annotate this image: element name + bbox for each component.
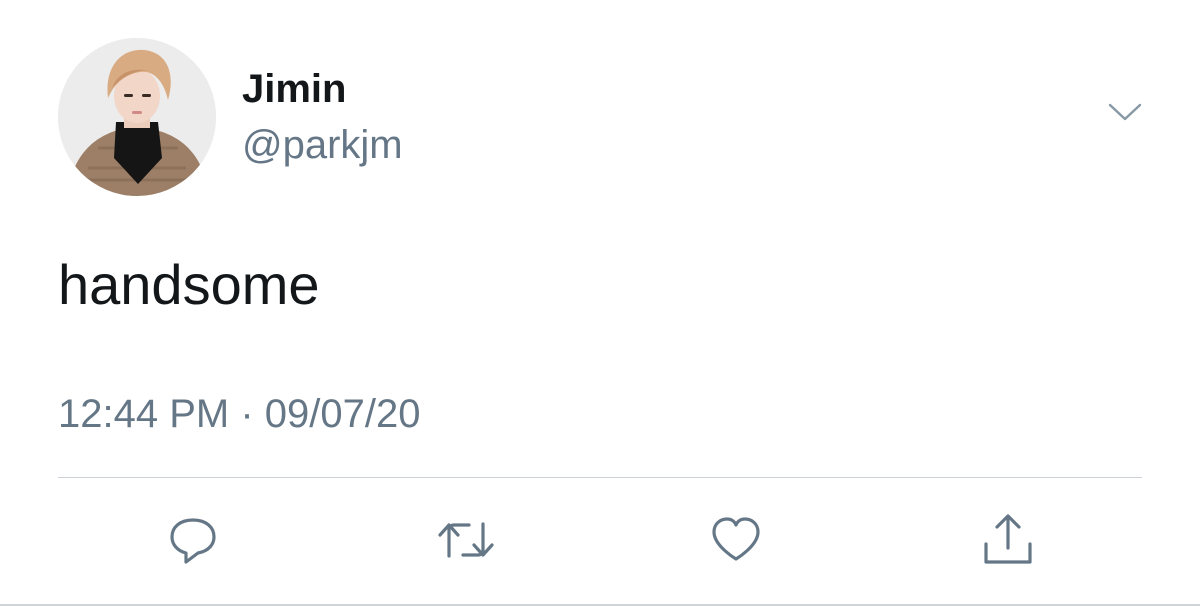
- tweet-text: handsome: [58, 253, 320, 316]
- share-button[interactable]: [976, 508, 1040, 572]
- retweet-button[interactable]: [434, 508, 498, 572]
- chevron-down-icon: [1108, 103, 1142, 121]
- user-handle[interactable]: @parkjm: [242, 122, 403, 168]
- reply-button[interactable]: [161, 508, 225, 572]
- display-name[interactable]: Jimin: [242, 66, 346, 112]
- more-options-button[interactable]: [1100, 92, 1150, 132]
- share-icon: [984, 514, 1032, 564]
- divider: [58, 477, 1142, 478]
- like-button[interactable]: [704, 508, 768, 572]
- heart-icon: [712, 517, 760, 561]
- profile-photo: [58, 38, 216, 196]
- tweet-timestamp[interactable]: 12:44 PM · 09/07/20: [58, 390, 421, 438]
- tweet-time: 12:44 PM: [58, 392, 230, 436]
- tweet-date: 09/07/20: [264, 392, 421, 436]
- avatar[interactable]: [58, 38, 216, 196]
- reply-icon: [170, 518, 216, 564]
- timestamp-separator: ·: [240, 392, 254, 436]
- tweet-card: Jimin @parkjm handsome 12:44 PM · 09/07/…: [0, 0, 1200, 606]
- retweet-icon: [438, 522, 494, 558]
